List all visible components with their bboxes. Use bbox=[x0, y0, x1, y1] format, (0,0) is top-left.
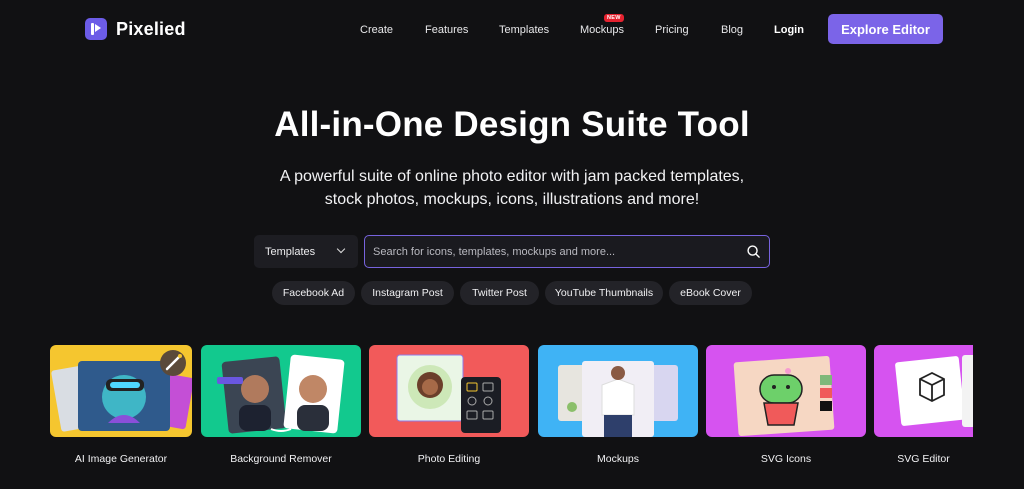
top-navbar: Pixelied Create Features Templates Mocku… bbox=[0, 0, 1024, 58]
chip-youtube-thumbnails[interactable]: YouTube Thumbnails bbox=[545, 281, 663, 305]
search-bar bbox=[364, 235, 770, 268]
search-icon[interactable] bbox=[746, 244, 761, 259]
photo-editing-illustration bbox=[396, 354, 501, 433]
tool-label-mockups[interactable]: Mockups bbox=[538, 453, 698, 465]
brand-logo[interactable]: Pixelied bbox=[85, 18, 186, 40]
svg-editor-illustration bbox=[895, 355, 973, 427]
chip-twitter-post[interactable]: Twitter Post bbox=[460, 281, 539, 305]
pixelied-logo-icon bbox=[85, 18, 107, 40]
tool-label-svg-editor[interactable]: SVG Editor bbox=[874, 453, 973, 465]
tool-label-svg-icons[interactable]: SVG Icons bbox=[706, 453, 866, 465]
explore-editor-button[interactable]: Explore Editor bbox=[828, 14, 943, 44]
new-badge: NEW bbox=[604, 14, 624, 22]
nav-link-blog[interactable]: Blog bbox=[721, 24, 743, 36]
tool-card-photo-editing[interactable] bbox=[369, 345, 529, 437]
svg-icons-illustration bbox=[733, 355, 835, 437]
chip-facebook-ad[interactable]: Facebook Ad bbox=[272, 281, 355, 305]
tool-label-photo-editing[interactable]: Photo Editing bbox=[369, 453, 529, 465]
tool-card-mockups[interactable] bbox=[538, 345, 698, 437]
brand-name: Pixelied bbox=[116, 18, 186, 39]
tool-card-ai-image-generator[interactable] bbox=[50, 345, 192, 437]
chevron-down-icon bbox=[336, 244, 346, 254]
login-link[interactable]: Login bbox=[774, 24, 804, 36]
search-input[interactable] bbox=[373, 243, 733, 261]
nav-link-pricing[interactable]: Pricing bbox=[655, 24, 689, 36]
tool-label-background-remover[interactable]: Background Remover bbox=[201, 453, 361, 465]
tool-card-svg-icons[interactable] bbox=[706, 345, 866, 437]
nav-link-templates[interactable]: Templates bbox=[499, 24, 549, 36]
nav-link-features[interactable]: Features bbox=[425, 24, 468, 36]
hero-title: All-in-One Design Suite Tool bbox=[274, 105, 750, 144]
category-select-value: Templates bbox=[265, 245, 316, 258]
tool-card-background-remover[interactable] bbox=[201, 345, 361, 437]
category-select[interactable]: Templates bbox=[254, 235, 358, 268]
mockups-illustration bbox=[558, 361, 678, 437]
chip-ebook-cover[interactable]: eBook Cover bbox=[669, 281, 752, 305]
ai-image-generator-illustration bbox=[51, 350, 192, 432]
chip-instagram-post[interactable]: Instagram Post bbox=[361, 281, 454, 305]
tool-label-ai-image-generator[interactable]: AI Image Generator bbox=[50, 453, 192, 465]
hero-subtitle: A powerful suite of online photo editor … bbox=[279, 168, 745, 208]
background-remover-illustration bbox=[217, 354, 345, 434]
tool-card-svg-editor[interactable] bbox=[874, 345, 973, 437]
nav-link-mockups[interactable]: Mockups bbox=[580, 24, 624, 36]
nav-link-create[interactable]: Create bbox=[360, 24, 393, 36]
